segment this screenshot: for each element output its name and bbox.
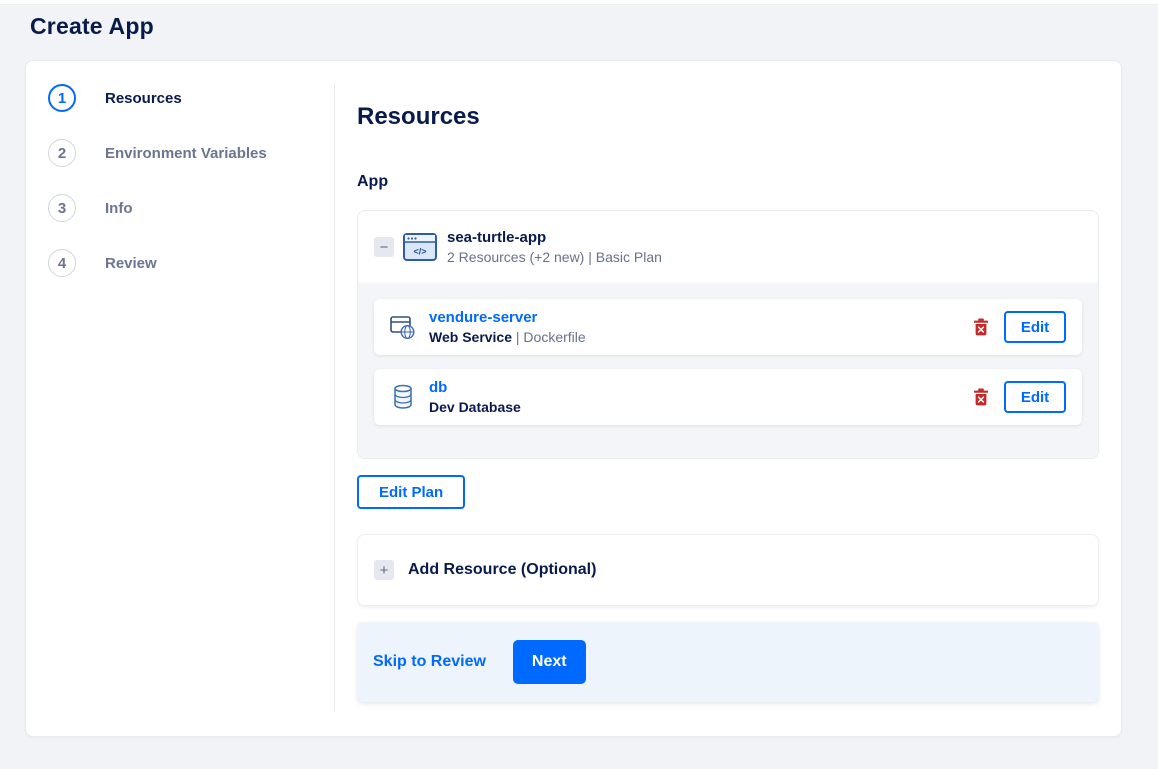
step-number-badge: 2 [48,139,76,167]
web-service-icon [390,316,415,340]
add-resource-expand-button[interactable]: + [374,560,394,581]
resource-subtitle: Web Service | Dockerfile [429,329,973,345]
trash-icon [974,388,988,406]
add-resource-card[interactable]: + Add Resource (Optional) [357,534,1099,607]
resource-text-block: vendure-server Web Service | Dockerfile [429,309,973,345]
app-section-label: App [357,173,389,191]
page-title: Create App [30,13,154,39]
step-label: Info [105,199,133,217]
resource-type: Dev Database [429,399,521,416]
step-label: Environment Variables [105,144,267,162]
step-number-badge: 1 [48,84,76,112]
app-window-icon: </> [403,233,437,262]
collapse-app-button[interactable]: − [374,237,394,258]
database-icon [394,384,412,409]
wizard-step-review[interactable]: 4 Review [48,249,334,277]
next-button[interactable]: Next [512,640,586,685]
wizard-step-environment-variables[interactable]: 2 Environment Variables [48,139,334,167]
resource-row-vendure-server: vendure-server Web Service | Dockerfile [374,299,1082,356]
step-label: Resources [105,89,182,107]
delete-resource-button[interactable] [973,318,989,336]
delete-resource-button[interactable] [973,388,989,406]
svg-text:</>: </> [413,247,426,257]
wizard-sidebar: 1 Resources 2 Environment Variables 3 In… [26,61,334,736]
step-number-badge: 4 [48,249,76,277]
resource-text-block: db Dev Database [429,379,973,415]
resources-step-content: Resources App − </> sea-turtle-app 2 Res… [335,61,1121,736]
app-resources-list: vendure-server Web Service | Dockerfile [358,283,1098,459]
edit-resource-button[interactable]: Edit [1004,381,1066,414]
create-app-panel: 1 Resources 2 Environment Variables 3 In… [25,60,1122,737]
plus-icon: + [379,561,389,579]
wizard-footer: Skip to Review Next [357,622,1099,703]
skip-to-review-link[interactable]: Skip to Review [373,653,486,671]
resource-row-db: db Dev Database Edit [374,369,1082,426]
edit-resource-button[interactable]: Edit [1004,311,1066,344]
top-strip [0,0,1158,5]
app-name: sea-turtle-app [447,229,547,247]
content-heading: Resources [357,103,480,130]
resource-detail: | Dockerfile [512,329,586,346]
wizard-step-info[interactable]: 3 Info [48,194,334,222]
resource-name-link[interactable]: db [429,379,447,396]
add-resource-label: Add Resource (Optional) [408,561,597,579]
app-title-block: sea-turtle-app 2 Resources (+2 new) | Ba… [447,229,662,265]
resource-type: Web Service [429,329,513,346]
app-card: − </> sea-turtle-app 2 Resources (+2 new… [357,210,1099,460]
step-label: Review [105,254,157,272]
app-summary: 2 Resources (+2 new) | Basic Plan [447,249,662,266]
wizard-step-resources[interactable]: 1 Resources [48,84,334,112]
edit-plan-button[interactable]: Edit Plan [357,475,466,510]
resource-subtitle: Dev Database [429,399,973,415]
step-number-badge: 3 [48,194,76,222]
minus-icon: − [379,238,389,256]
trash-icon [974,318,988,336]
resource-name-link[interactable]: vendure-server [429,309,537,326]
app-card-header: − </> sea-turtle-app 2 Resources (+2 new… [358,211,1098,284]
